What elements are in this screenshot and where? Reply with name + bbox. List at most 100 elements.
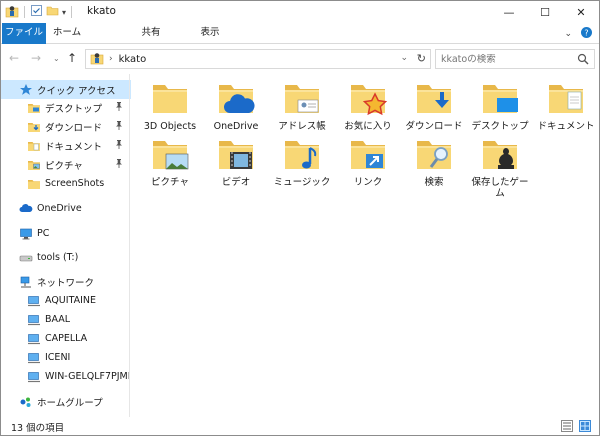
folder-tile-5[interactable]: デスクトップ — [467, 78, 533, 138]
nav-item-4[interactable]: ピクチャ — [1, 155, 131, 174]
nav-item-label: デスクトップ — [45, 103, 103, 115]
window-controls: — ☐ ✕ — [491, 1, 599, 23]
folder-tile-0[interactable]: 3D Objects — [137, 78, 203, 138]
nav-item-14[interactable]: WIN-GELQLF7PJMI — [1, 367, 131, 386]
nav-item-label: PC — [37, 228, 50, 239]
tab-view[interactable]: 表示 — [195, 23, 225, 44]
drive-icon — [19, 251, 33, 265]
address-history-dropdown-icon[interactable]: ⌄ — [400, 53, 408, 63]
nav-item-9[interactable]: ネットワーク — [1, 272, 131, 291]
explorer-app-icon[interactable] — [5, 4, 19, 21]
nav-item-label: AQUITAINE — [45, 295, 97, 306]
folder-tile-10[interactable]: リンク — [335, 134, 401, 194]
folder-tile-8[interactable]: ビデオ — [203, 134, 269, 194]
title-bar: ▾ kkato — ☐ ✕ — [1, 1, 599, 23]
folder-label: アドレス帳 — [278, 121, 326, 132]
nav-item-12[interactable]: CAPELLA — [1, 329, 131, 348]
nav-item-8[interactable]: tools (T:) — [1, 248, 131, 267]
forward-arrow-icon[interactable]: → — [31, 51, 41, 65]
nav-item-10[interactable]: AQUITAINE — [1, 291, 131, 310]
properties-icon[interactable] — [30, 4, 43, 20]
breadcrumb-kkato[interactable]: kkato — [119, 54, 147, 65]
folder-tile-4[interactable]: ダウンロード — [401, 78, 467, 138]
nav-item-13[interactable]: ICENI — [1, 348, 131, 367]
nav-item-label: WIN-GELQLF7PJMI — [45, 371, 131, 382]
nav-item-6[interactable]: OneDrive — [1, 199, 131, 218]
tab-home[interactable]: ホーム — [49, 23, 85, 44]
qat-dropdown-icon[interactable]: ▾ — [62, 8, 66, 17]
pin-icon[interactable] — [115, 159, 123, 170]
navigation-pane: クイック アクセスデスクトップダウンロード ドキュメント ピクチャ ScreenSho… — [1, 74, 131, 417]
folder-tile-9[interactable]: ミュージック — [269, 134, 335, 194]
pictures-folder-icon — [150, 134, 190, 174]
navigation-pane-divider — [129, 74, 130, 417]
expand-ribbon-icon[interactable]: ⌄ — [564, 29, 572, 39]
details-view-icon[interactable] — [561, 420, 573, 435]
quick-access-toolbar: ▾ — [5, 4, 74, 20]
search-input[interactable] — [441, 53, 571, 65]
computer-icon — [27, 351, 41, 365]
nav-item-label: ScreenShots — [45, 178, 105, 189]
large-icons-view-icon[interactable] — [579, 420, 591, 435]
status-bar: 13 個の項目 — [1, 417, 599, 435]
navigation-bar: ← → ⌄ ↑ › kkato ⌄ ↻ — [1, 44, 599, 74]
folder-label: OneDrive — [213, 121, 259, 132]
nav-item-11[interactable]: BAAL — [1, 310, 131, 329]
desktop-folder-icon — [27, 101, 41, 115]
folder-tile-12[interactable]: 保存したゲーム — [467, 134, 533, 199]
folder-label: リンク — [353, 177, 383, 188]
nav-item-label: CAPELLA — [45, 333, 88, 344]
window-title: kkato — [87, 5, 116, 17]
folder-label: ビデオ — [221, 177, 251, 188]
tab-share[interactable]: 共有¥x200b¥x200b — [119, 23, 191, 58]
pin-icon[interactable] — [115, 121, 123, 132]
nav-item-7[interactable]: PC — [1, 224, 131, 243]
folder-label: ダウンロード — [405, 121, 463, 132]
minimize-button[interactable]: — — [491, 1, 527, 23]
tab-file[interactable]: ファイル — [2, 23, 46, 44]
nav-item-label: ICENI — [45, 352, 71, 363]
desktop-folder-icon — [480, 78, 520, 118]
music-folder-icon — [282, 134, 322, 174]
up-arrow-icon[interactable]: ↑ — [67, 51, 77, 65]
folder-label: 3D Objects — [143, 121, 197, 132]
nav-item-label: tools (T:) — [37, 252, 79, 263]
nav-item-2[interactable]: ダウンロード — [1, 117, 131, 136]
pin-icon[interactable] — [115, 140, 123, 151]
nav-item-1[interactable]: デスクトップ — [1, 98, 131, 117]
folder-tile-1[interactable]: OneDrive — [203, 78, 269, 138]
search-box[interactable] — [435, 49, 595, 69]
back-arrow-icon[interactable]: ← — [9, 51, 19, 65]
refresh-icon[interactable]: ↻ — [417, 52, 426, 65]
folder-label: 検索 — [424, 177, 444, 188]
folder-tile-3[interactable]: お気に入り — [335, 78, 401, 138]
ribbon-right-controls: ⌄ ? — [564, 26, 593, 42]
folder-tile-7[interactable]: ピクチャ — [137, 134, 203, 194]
search-icon[interactable] — [577, 53, 589, 68]
favorites-folder-icon — [348, 78, 388, 118]
folder-label: お気に入り — [344, 121, 392, 132]
nav-item-0[interactable]: クイック アクセス — [1, 80, 131, 99]
computer-icon — [27, 313, 41, 327]
close-button[interactable]: ✕ — [563, 1, 599, 23]
star-icon — [19, 83, 33, 97]
3d-objects-folder-icon — [150, 78, 190, 118]
maximize-button[interactable]: ☐ — [527, 1, 563, 23]
folder-icon — [27, 177, 41, 191]
help-icon[interactable]: ? — [580, 26, 593, 42]
computer-icon — [27, 370, 41, 384]
folder-tile-11[interactable]: 検索 — [401, 134, 467, 194]
explorer-window: ▾ kkato — ☐ ✕ ファイル ホーム 共有¥x200b¥x200b 表示… — [0, 0, 600, 436]
nav-item-3[interactable]: ドキュメント — [1, 136, 131, 155]
address-bar[interactable]: › kkato ⌄ ↻ — [85, 49, 431, 69]
nav-item-15[interactable]: ホームグループ — [1, 392, 131, 411]
onedrive-icon — [19, 202, 33, 216]
breadcrumb-chevron-icon[interactable]: › — [109, 54, 113, 64]
folder-label: ピクチャ — [151, 177, 189, 188]
nav-item-5[interactable]: ScreenShots — [1, 174, 131, 193]
folder-tile-2[interactable]: アドレス帳 — [269, 78, 335, 138]
new-folder-icon[interactable] — [46, 4, 59, 20]
recent-locations-chevron-icon[interactable]: ⌄ — [53, 54, 60, 63]
pin-icon[interactable] — [115, 102, 123, 113]
folder-tile-6[interactable]: ドキュメント — [533, 78, 599, 138]
